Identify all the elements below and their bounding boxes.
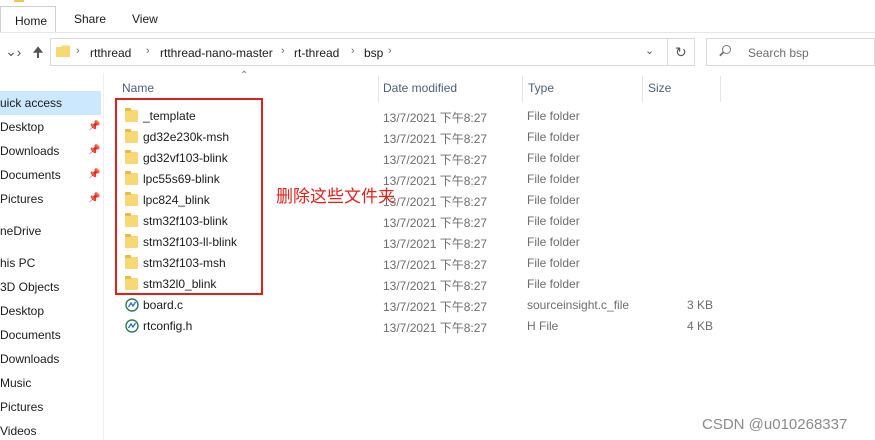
- file-name: board.c: [143, 298, 184, 312]
- search-placeholder: Search bsp: [748, 46, 809, 60]
- nav-item-documents[interactable]: Documents: [0, 168, 61, 182]
- pin-icon: 📌: [88, 121, 101, 132]
- file-type: File folder: [527, 151, 580, 165]
- refresh-icon: ↻: [675, 44, 687, 60]
- folder-icon: [56, 45, 70, 57]
- pin-icon: 📌: [88, 169, 101, 180]
- nav-item-videos[interactable]: Videos: [0, 424, 36, 438]
- nav-item-this-pc[interactable]: his PC: [0, 256, 35, 270]
- watermark: CSDN @u010268337: [702, 416, 848, 433]
- tab-home-label: Home: [15, 14, 48, 28]
- column-header-date-modified[interactable]: Date modified: [383, 81, 457, 95]
- file-date-modified: 13/7/2021 下午8:27: [383, 132, 488, 146]
- sort-ascending-icon: ⌃: [240, 70, 249, 81]
- file-name: rtconfig.h: [143, 319, 193, 333]
- breadcrumb-rtthread-nano-master[interactable]: rtthread-nano-master: [160, 46, 273, 60]
- column-header-size[interactable]: Size: [648, 81, 671, 95]
- file-type: File folder: [527, 193, 580, 207]
- file-type: File folder: [527, 130, 580, 144]
- file-type: File folder: [527, 256, 580, 270]
- file-type: File folder: [527, 235, 580, 249]
- file-type: File folder: [527, 214, 580, 228]
- source-file-icon: [125, 319, 139, 333]
- nav-item-pictures[interactable]: Pictures: [0, 192, 43, 206]
- nav-item-quick-access[interactable]: uick access: [0, 96, 62, 110]
- pin-icon: 📌: [88, 193, 101, 204]
- chevron-right-icon[interactable]: ›: [146, 45, 150, 57]
- annotation-text: 删除这些文件夹: [276, 187, 395, 207]
- file-date-modified: 13/7/2021 下午8:27: [383, 111, 488, 125]
- file-type: File folder: [527, 277, 580, 291]
- file-date-modified: 13/7/2021 下午8:27: [383, 174, 488, 188]
- column-header-name[interactable]: Name: [122, 81, 154, 95]
- column-header-type[interactable]: Type: [528, 81, 554, 95]
- file-type: File folder: [527, 109, 580, 123]
- chevron-right-icon[interactable]: ›: [388, 45, 392, 57]
- file-size: 4 KB: [686, 319, 713, 333]
- file-type: sourceinsight.c_file: [527, 298, 630, 312]
- nav-item-onedrive[interactable]: neDrive: [0, 224, 41, 238]
- tab-view[interactable]: View: [132, 12, 158, 26]
- tab-home[interactable]: Home: [0, 6, 56, 32]
- file-date-modified: 13/7/2021 下午8:27: [383, 279, 488, 293]
- nav-item-downloads-pc[interactable]: Downloads: [0, 352, 59, 366]
- file-date-modified: 13/7/2021 下午8:27: [383, 195, 488, 209]
- file-date-modified: 13/7/2021 下午8:27: [383, 300, 488, 314]
- chevron-right-icon[interactable]: ›: [281, 45, 285, 57]
- recent-locations-button[interactable]: ›: [12, 45, 26, 59]
- nav-item-pictures-pc[interactable]: Pictures: [0, 400, 43, 414]
- nav-item-3d-objects[interactable]: 3D Objects: [0, 280, 59, 294]
- nav-item-music[interactable]: Music: [0, 376, 31, 390]
- file-row[interactable]: rtconfig.h 13/7/2021 下午8:27 H File 4 KB: [118, 316, 738, 337]
- file-type: H File: [527, 319, 559, 333]
- file-date-modified: 13/7/2021 下午8:27: [383, 237, 488, 251]
- file-date-modified: 13/7/2021 下午8:27: [383, 321, 488, 335]
- column-divider[interactable]: [522, 76, 523, 102]
- file-type: File folder: [527, 172, 580, 186]
- chevron-down-icon[interactable]: ⌄: [645, 44, 654, 57]
- column-divider[interactable]: [720, 76, 721, 102]
- chevron-right-icon[interactable]: ›: [76, 45, 80, 57]
- breadcrumb-bsp[interactable]: bsp: [364, 46, 383, 60]
- pin-icon: 📌: [88, 145, 101, 156]
- refresh-button[interactable]: ↻: [667, 39, 693, 65]
- tab-share[interactable]: Share: [74, 12, 106, 26]
- nav-item-documents-pc[interactable]: Documents: [0, 328, 61, 342]
- nav-item-desktop-pc[interactable]: Desktop: [0, 304, 44, 318]
- source-file-icon: [125, 298, 139, 312]
- annotation-box: [115, 98, 263, 295]
- breadcrumb-rtthread[interactable]: rtthread: [90, 46, 131, 60]
- file-date-modified: 13/7/2021 下午8:27: [383, 153, 488, 167]
- file-row[interactable]: board.c 13/7/2021 下午8:27 sourceinsight.c_f…: [118, 295, 738, 316]
- nav-item-desktop[interactable]: Desktop: [0, 120, 44, 134]
- up-arrow-icon[interactable]: 🠉: [31, 45, 45, 59]
- column-divider[interactable]: [642, 76, 643, 102]
- nav-item-downloads[interactable]: Downloads: [0, 144, 59, 158]
- title-folder-icon: [14, 0, 24, 2]
- breadcrumb-rt-thread[interactable]: rt-thread: [294, 46, 339, 60]
- column-divider[interactable]: [378, 76, 379, 102]
- chevron-right-icon[interactable]: ›: [351, 45, 355, 57]
- file-date-modified: 13/7/2021 下午8:27: [383, 216, 488, 230]
- file-date-modified: 13/7/2021 下午8:27: [383, 258, 488, 272]
- file-size: 3 KB: [686, 298, 713, 312]
